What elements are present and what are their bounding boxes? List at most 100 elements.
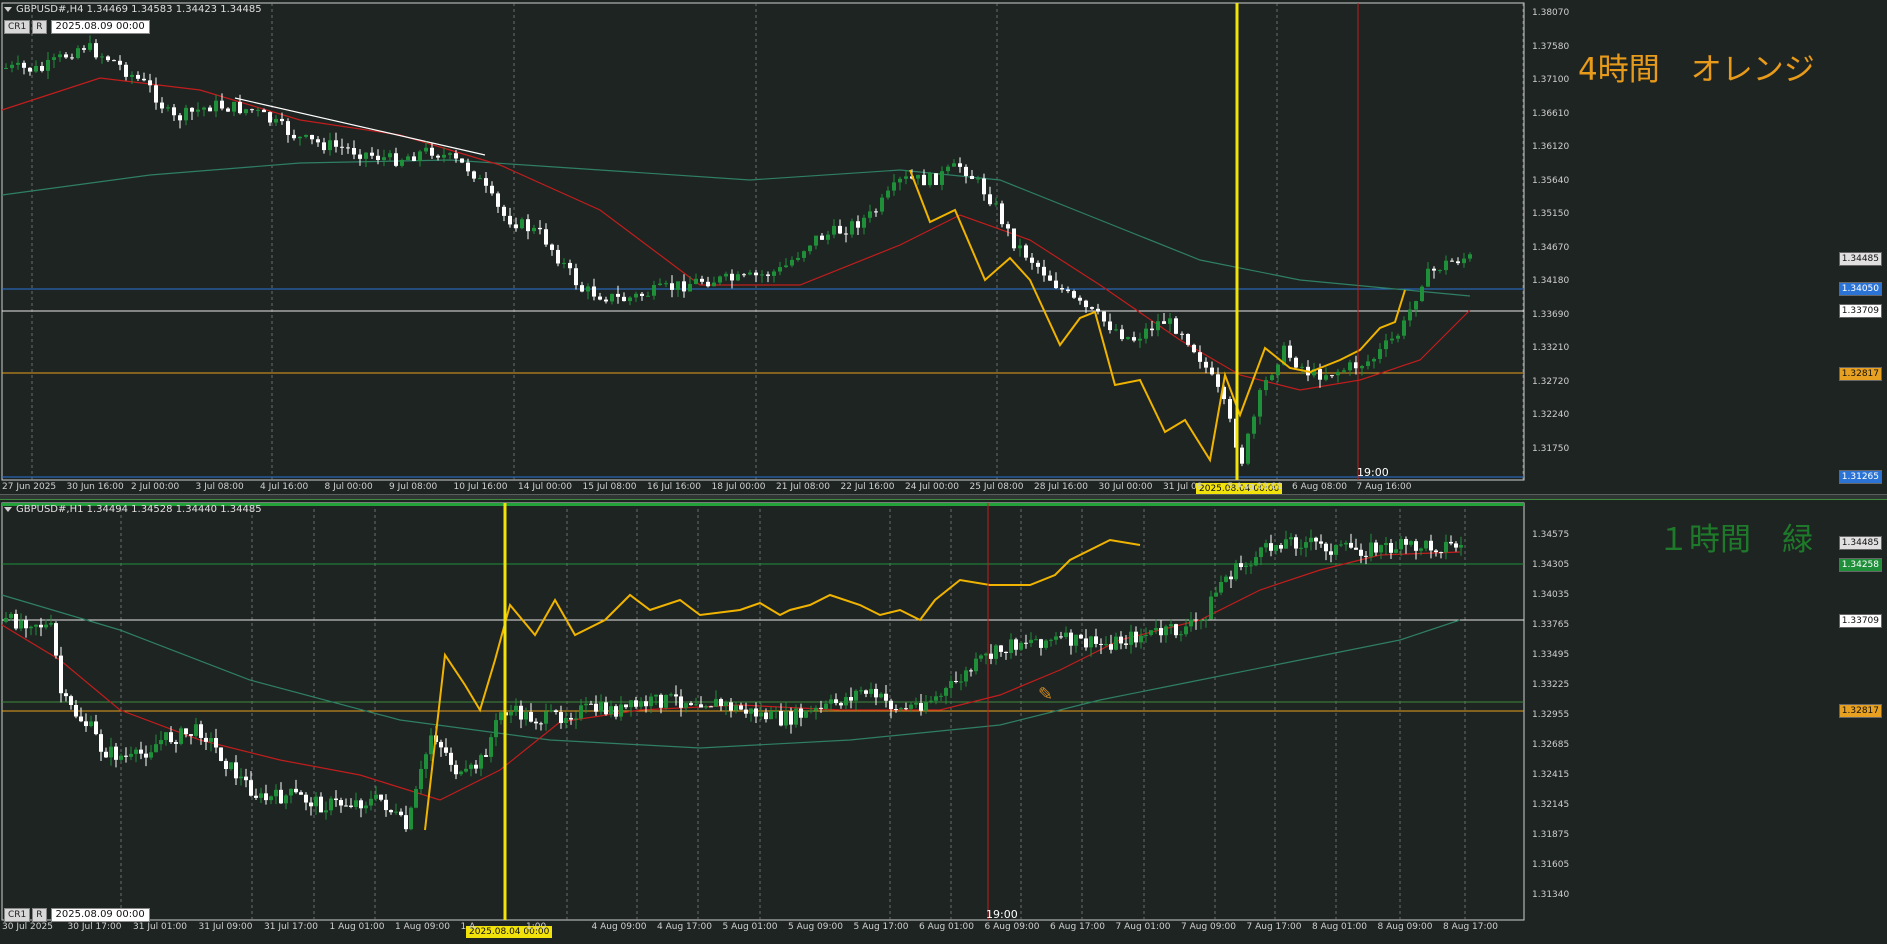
h4-price-tick: 1.35150	[1532, 209, 1570, 219]
h4-price-tick: 1.34670	[1532, 242, 1570, 253]
h1-candle	[1034, 639, 1038, 641]
h1-candle	[729, 702, 733, 711]
h4-candle	[760, 274, 764, 276]
h4-candle	[4, 67, 8, 69]
h4-candle	[40, 65, 44, 71]
h1-candle	[909, 704, 913, 709]
h4-candle	[334, 140, 338, 147]
h4-candle	[142, 78, 146, 81]
h4-candle	[478, 178, 482, 180]
h1-candle	[984, 653, 988, 656]
h1-candle	[1159, 628, 1163, 636]
h4-candle	[964, 166, 968, 176]
h1-candle	[1084, 638, 1088, 648]
h1-candle	[1104, 644, 1108, 646]
h1-candle	[1349, 542, 1353, 548]
h4-candle	[1114, 329, 1118, 331]
h4-candle	[1378, 349, 1382, 359]
h1-candle	[1429, 540, 1433, 551]
collapse-triangle-icon[interactable]	[4, 6, 12, 12]
h1-candle	[1119, 636, 1123, 644]
h1-candle	[1289, 537, 1293, 540]
h4-candle	[358, 154, 362, 159]
h4-r-button[interactable]: R	[32, 20, 47, 34]
h4-candle	[82, 48, 86, 50]
h4-candle	[1108, 321, 1112, 331]
h1-candle	[1459, 545, 1463, 548]
h1-candle	[304, 794, 308, 803]
h4-candle	[346, 147, 350, 149]
h4-candle	[442, 154, 446, 158]
h4-candle	[106, 56, 110, 61]
h4-candle	[832, 225, 836, 235]
h1-candle	[1274, 545, 1278, 551]
h4-candle	[730, 273, 734, 281]
h1-candle	[749, 708, 753, 714]
h4-candle	[676, 281, 680, 290]
h1-date-tick: 31 Jul 01:00	[133, 922, 187, 932]
h1-candle	[1174, 624, 1178, 636]
h1-candle	[1244, 565, 1248, 567]
h4-candle	[712, 282, 716, 287]
h4-date-box[interactable]: 2025.08.09 00:00	[50, 20, 150, 34]
h4-candle	[1360, 366, 1364, 369]
h1-date-box[interactable]: 2025.08.09 00:00	[50, 908, 150, 922]
h1-candle	[149, 752, 153, 758]
h1-r-button[interactable]: R	[32, 908, 47, 922]
h1-candle	[754, 708, 758, 717]
h1-candle	[379, 794, 383, 800]
h1-candle	[1064, 632, 1068, 637]
h1-candle	[894, 709, 898, 711]
h1-candle	[844, 697, 848, 706]
h1-candle	[1099, 643, 1103, 645]
h1-candle	[1029, 639, 1033, 644]
h4-candle	[1078, 297, 1082, 301]
h1-candle	[204, 737, 208, 742]
h4-candle	[880, 197, 884, 212]
h4-candle	[238, 101, 242, 114]
h1-date-tick: 8 Aug 01:00	[1312, 922, 1367, 932]
h1-chart-canvas[interactable]	[0, 500, 1887, 944]
h1-candle	[459, 771, 463, 775]
h4-candle	[706, 281, 710, 287]
h1-candle	[4, 617, 8, 622]
h1-date-tick: 1 Aug 09:00	[395, 922, 450, 932]
h1-candle	[694, 704, 698, 706]
h1-candle	[514, 705, 518, 712]
h1-candle	[494, 720, 498, 738]
h1-candle	[1414, 541, 1418, 551]
h1-current-price-tag: 1.34485	[1838, 536, 1882, 550]
h4-date-tick: 21 Jul 08:00	[776, 482, 830, 492]
h4-candle	[1432, 268, 1436, 271]
h4-candle	[586, 286, 590, 292]
h4-chart-panel[interactable]: GBPUSD#,H4 1.34469 1.34583 1.34423 1.344…	[0, 0, 1887, 494]
h1-symbol-info: GBPUSD#,H1 1.34494 1.34528 1.34440 1.344…	[4, 504, 262, 515]
h4-candle	[328, 140, 332, 151]
h1-candle	[1394, 549, 1398, 553]
collapse-triangle-icon[interactable]	[4, 506, 12, 512]
h4-cr-button[interactable]: CR1	[4, 20, 31, 34]
h1-candle	[1309, 537, 1313, 543]
h4-candle	[868, 211, 872, 218]
h1-candle	[129, 753, 133, 757]
h4-candle	[742, 274, 746, 276]
h4-candle	[550, 244, 554, 250]
h1-candle	[1109, 644, 1113, 650]
h1-candle	[1364, 555, 1368, 557]
h4-toolbar: CR1 R 2025.08.09 00:00	[4, 20, 150, 34]
h4-candle	[1060, 288, 1064, 290]
h4-candle	[250, 109, 254, 111]
h1-candle	[734, 705, 738, 711]
h1-candle	[759, 712, 763, 717]
h1-candle	[1079, 634, 1083, 639]
h4-candle	[1288, 345, 1292, 358]
h1-candle	[779, 710, 783, 726]
h4-symbol-info: GBPUSD#,H4 1.34469 1.34583 1.34423 1.344…	[4, 4, 262, 15]
h1-chart-panel[interactable]: GBPUSD#,H1 1.34494 1.34528 1.34440 1.344…	[0, 500, 1887, 944]
h1-cr-button[interactable]: CR1	[4, 908, 31, 922]
h4-candle	[1228, 399, 1232, 419]
h1-candle	[14, 613, 18, 629]
h1-candle	[344, 805, 348, 807]
h1-annotation-label: １時間 緑	[1658, 522, 1813, 558]
h1-candle	[1019, 642, 1023, 650]
